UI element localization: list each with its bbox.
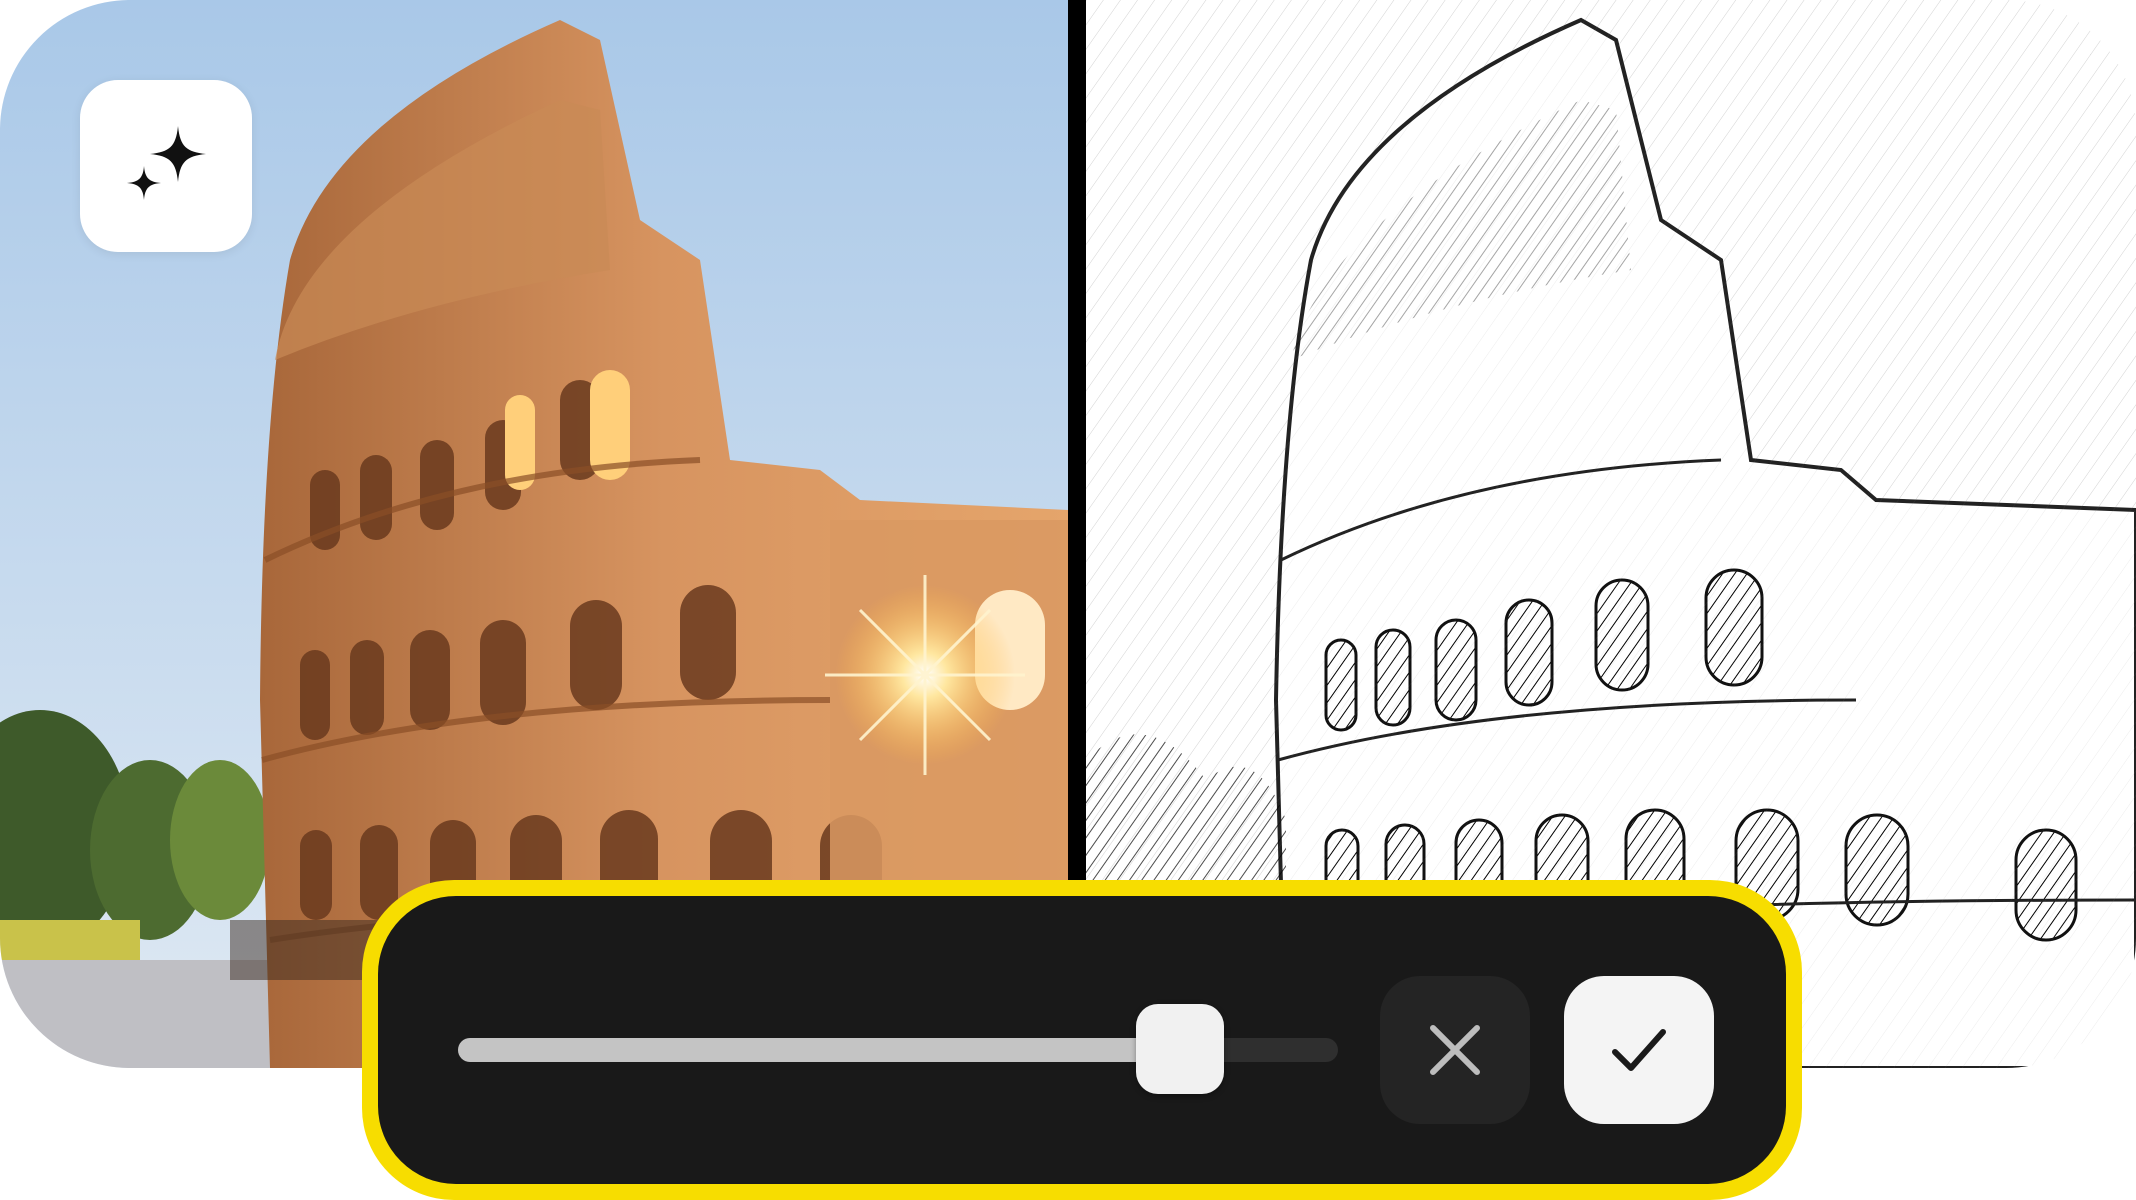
cancel-button[interactable] [1380, 976, 1530, 1124]
confirm-button[interactable] [1564, 976, 1714, 1124]
check-icon [1612, 1029, 1666, 1071]
editor-canvas [0, 0, 2136, 1200]
control-panel [378, 896, 1786, 1184]
close-icon [1430, 1025, 1480, 1075]
intensity-slider-thumb[interactable] [1135, 1004, 1224, 1094]
adjustment-control-bar [362, 880, 1802, 1200]
intensity-slider-fill [458, 1038, 1180, 1062]
magic-effect-badge[interactable] [80, 80, 252, 252]
sparkles-icon [127, 126, 206, 200]
comparison-divider[interactable] [1068, 0, 1086, 900]
